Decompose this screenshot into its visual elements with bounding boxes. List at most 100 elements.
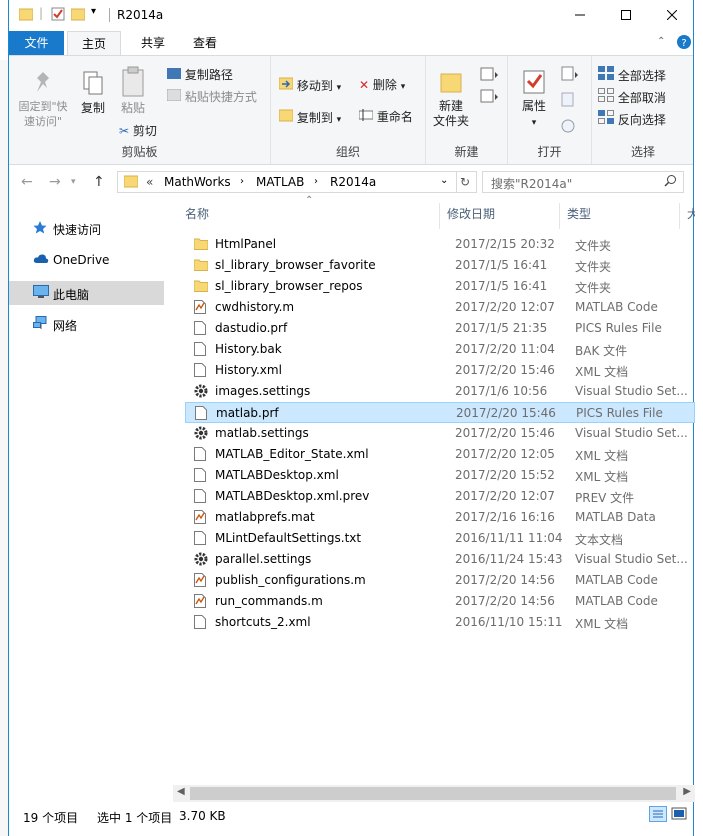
table-row[interactable]: run_commands.m 2017/2/20 14:56 MATLAB Code xyxy=(185,591,695,612)
column-header-name[interactable]: 名称 xyxy=(185,201,209,229)
column-divider[interactable] xyxy=(679,203,680,229)
file-name: cwdhistory.m xyxy=(215,300,295,314)
copy-path-button[interactable]: 复制路径 xyxy=(167,66,233,83)
ribbon: 固定到"快速访问" 复制 粘贴 ✂ 剪切 复制路径 粘贴快捷方式 剪贴板 移动到… xyxy=(9,55,693,165)
table-row[interactable]: History.bak 2017/2/20 11:04 BAK 文件 xyxy=(185,339,695,360)
file-date: 2016/11/10 15:11 xyxy=(455,615,563,629)
cut-button[interactable]: ✂ 剪切 xyxy=(119,122,157,139)
properties-button[interactable]: 属性 ▾ xyxy=(514,68,554,128)
scrollbar-thumb[interactable] xyxy=(190,787,676,800)
table-row[interactable]: matlab.prf 2017/2/20 15:46 PICS Rules File xyxy=(185,402,695,423)
refresh-icon[interactable]: ↻ xyxy=(460,175,470,189)
table-row[interactable]: images.settings 2017/1/6 10:56 Visual Stud… xyxy=(185,381,695,402)
select-all-button[interactable]: 全部选择 xyxy=(598,66,666,84)
tab-file[interactable]: 文件 xyxy=(9,31,64,55)
tab-view[interactable]: 查看 xyxy=(181,31,229,55)
table-row[interactable]: cwdhistory.m 2017/2/20 12:07 MATLAB Code xyxy=(185,297,695,318)
nav-item-quick-access[interactable]: 快速访问 xyxy=(9,216,164,240)
gear-icon xyxy=(194,426,208,443)
ribbon-collapse-icon[interactable]: ⌃ xyxy=(657,36,665,47)
delete-button[interactable]: ✕ 删除 ▾ xyxy=(359,76,405,93)
file-name: sl_library_browser_repos xyxy=(215,279,363,293)
large-icons-view-icon[interactable] xyxy=(671,806,687,825)
table-row[interactable]: parallel.settings 2016/11/24 15:43 Visual … xyxy=(185,549,695,570)
open-button[interactable] xyxy=(560,66,580,85)
easy-access-button[interactable] xyxy=(480,88,500,107)
paste-button[interactable]: 粘贴 xyxy=(115,66,151,116)
move-to-button[interactable]: 移动到 ▾ xyxy=(278,76,341,94)
help-icon[interactable]: ? xyxy=(677,35,691,52)
recent-chevron-icon[interactable]: ▾ xyxy=(71,177,76,187)
breadcrumb-matlab[interactable]: MATLAB xyxy=(256,175,304,189)
column-divider[interactable] xyxy=(559,203,560,229)
table-row[interactable]: matlabprefs.mat 2017/2/16 16:16 MATLAB Dat… xyxy=(185,507,695,528)
table-row[interactable]: MATLAB_Editor_State.xml 2017/2/20 12:05 XM… xyxy=(185,444,695,465)
paste-shortcut-button[interactable]: 粘贴快捷方式 xyxy=(166,88,257,105)
select-none-button[interactable]: 全部取消 xyxy=(598,88,666,106)
copy-button[interactable]: 复制 xyxy=(75,70,111,116)
file-type: Visual Studio Set... xyxy=(575,384,687,398)
breadcrumb-overflow[interactable]: « xyxy=(146,175,153,189)
column-divider[interactable] xyxy=(439,203,440,229)
file-type: Visual Studio Set... xyxy=(575,426,687,440)
table-row[interactable]: sl_library_browser_favorite 2017/1/5 16:4… xyxy=(185,255,695,276)
file-name: publish_configurations.m xyxy=(215,573,366,587)
search-icon[interactable] xyxy=(664,174,677,190)
table-row[interactable]: matlab.settings 2017/2/20 15:46 Visual Stu… xyxy=(185,423,695,444)
horizontal-scrollbar[interactable]: ◀ ▶ xyxy=(173,785,695,802)
nav-item-this-pc[interactable]: 此电脑 xyxy=(9,281,164,305)
copy-icon xyxy=(83,71,103,95)
file-date: 2017/1/5 16:41 xyxy=(455,258,548,272)
copy-to-button[interactable]: 复制到 ▾ xyxy=(278,108,341,126)
breadcrumb-mathworks[interactable]: MathWorks xyxy=(164,175,231,189)
table-row[interactable]: dastudio.prf 2017/1/5 21:35 PICS Rules Fil… xyxy=(185,318,695,339)
selected-size: 3.70 KB xyxy=(179,809,226,823)
table-row[interactable]: History.xml 2017/2/20 15:46 XML 文档 xyxy=(185,360,695,381)
edit-button[interactable] xyxy=(560,92,576,111)
new-folder-button[interactable]: 新建 文件夹 xyxy=(430,68,472,129)
copy-path-label: 复制路径 xyxy=(184,68,233,82)
details-view-icon[interactable] xyxy=(649,806,667,825)
table-row[interactable]: publish_configurations.m 2017/2/20 14:56 M… xyxy=(185,570,695,591)
tab-home[interactable]: 主页 xyxy=(67,31,121,55)
forward-arrow-icon[interactable]: → xyxy=(49,174,61,190)
file-type: PICS Rules File xyxy=(575,321,662,335)
column-header-type[interactable]: 类型 xyxy=(567,201,591,229)
file-type: XML 文档 xyxy=(575,470,629,484)
table-row[interactable]: HtmlPanel 2017/2/15 20:32 文件夹 xyxy=(185,234,695,255)
table-row[interactable]: MATLABDesktop.xml.prev 2017/2/20 12:07 PRE… xyxy=(185,486,695,507)
file-type: Visual Studio Set... xyxy=(575,552,687,566)
column-header-date[interactable]: 修改日期 xyxy=(447,201,495,229)
search-box[interactable]: 搜索"R2014a" xyxy=(482,171,684,193)
chevron-down-icon[interactable]: ▾ xyxy=(91,6,96,17)
tab-share[interactable]: 共享 xyxy=(129,31,177,55)
close-button[interactable] xyxy=(649,0,695,30)
breadcrumb-r2014a[interactable]: R2014a xyxy=(330,175,376,189)
minimize-button[interactable] xyxy=(557,0,603,30)
invert-selection-button[interactable]: 反向选择 xyxy=(598,110,666,128)
up-arrow-icon[interactable]: ↑ xyxy=(93,174,105,190)
nav-item-network[interactable]: 网络 xyxy=(9,312,164,336)
new-item-button[interactable] xyxy=(480,66,500,85)
table-row[interactable]: sl_library_browser_repos 2017/1/5 16:41 文件… xyxy=(185,276,695,297)
file-name: MATLABDesktop.xml xyxy=(215,468,339,482)
rename-button[interactable]: 重命名 xyxy=(358,108,413,125)
search-input[interactable]: 搜索"R2014a" xyxy=(491,175,572,192)
pin-quick-access-button[interactable]: 固定到"快速访问" xyxy=(15,70,71,129)
maximize-button[interactable] xyxy=(603,0,649,30)
new-folder-icon[interactable] xyxy=(70,7,86,24)
scroll-right-icon[interactable]: ▶ xyxy=(683,786,691,797)
file-date: 2017/2/16 16:16 xyxy=(455,510,555,524)
history-button[interactable] xyxy=(560,118,576,137)
nav-item-onedrive[interactable]: OneDrive xyxy=(9,248,164,272)
scroll-left-icon[interactable]: ◀ xyxy=(177,786,185,797)
table-row[interactable]: shortcuts_2.xml 2016/11/10 15:11 XML 文档 xyxy=(185,612,695,633)
table-row[interactable]: MATLABDesktop.xml 2017/2/20 15:52 XML 文档 xyxy=(185,465,695,486)
address-dropdown-icon[interactable]: ⌄ xyxy=(440,175,448,186)
address-bar[interactable]: « MathWorks › MATLAB › R2014a ⌄ ↻ xyxy=(117,171,477,193)
folder-icon[interactable] xyxy=(18,7,34,24)
back-arrow-icon[interactable]: ← xyxy=(21,174,33,190)
column-header-size[interactable]: 大 xyxy=(687,201,695,229)
table-row[interactable]: MLintDefaultSettings.txt 2016/11/11 11:04… xyxy=(185,528,695,549)
properties-check-icon[interactable] xyxy=(51,7,65,24)
